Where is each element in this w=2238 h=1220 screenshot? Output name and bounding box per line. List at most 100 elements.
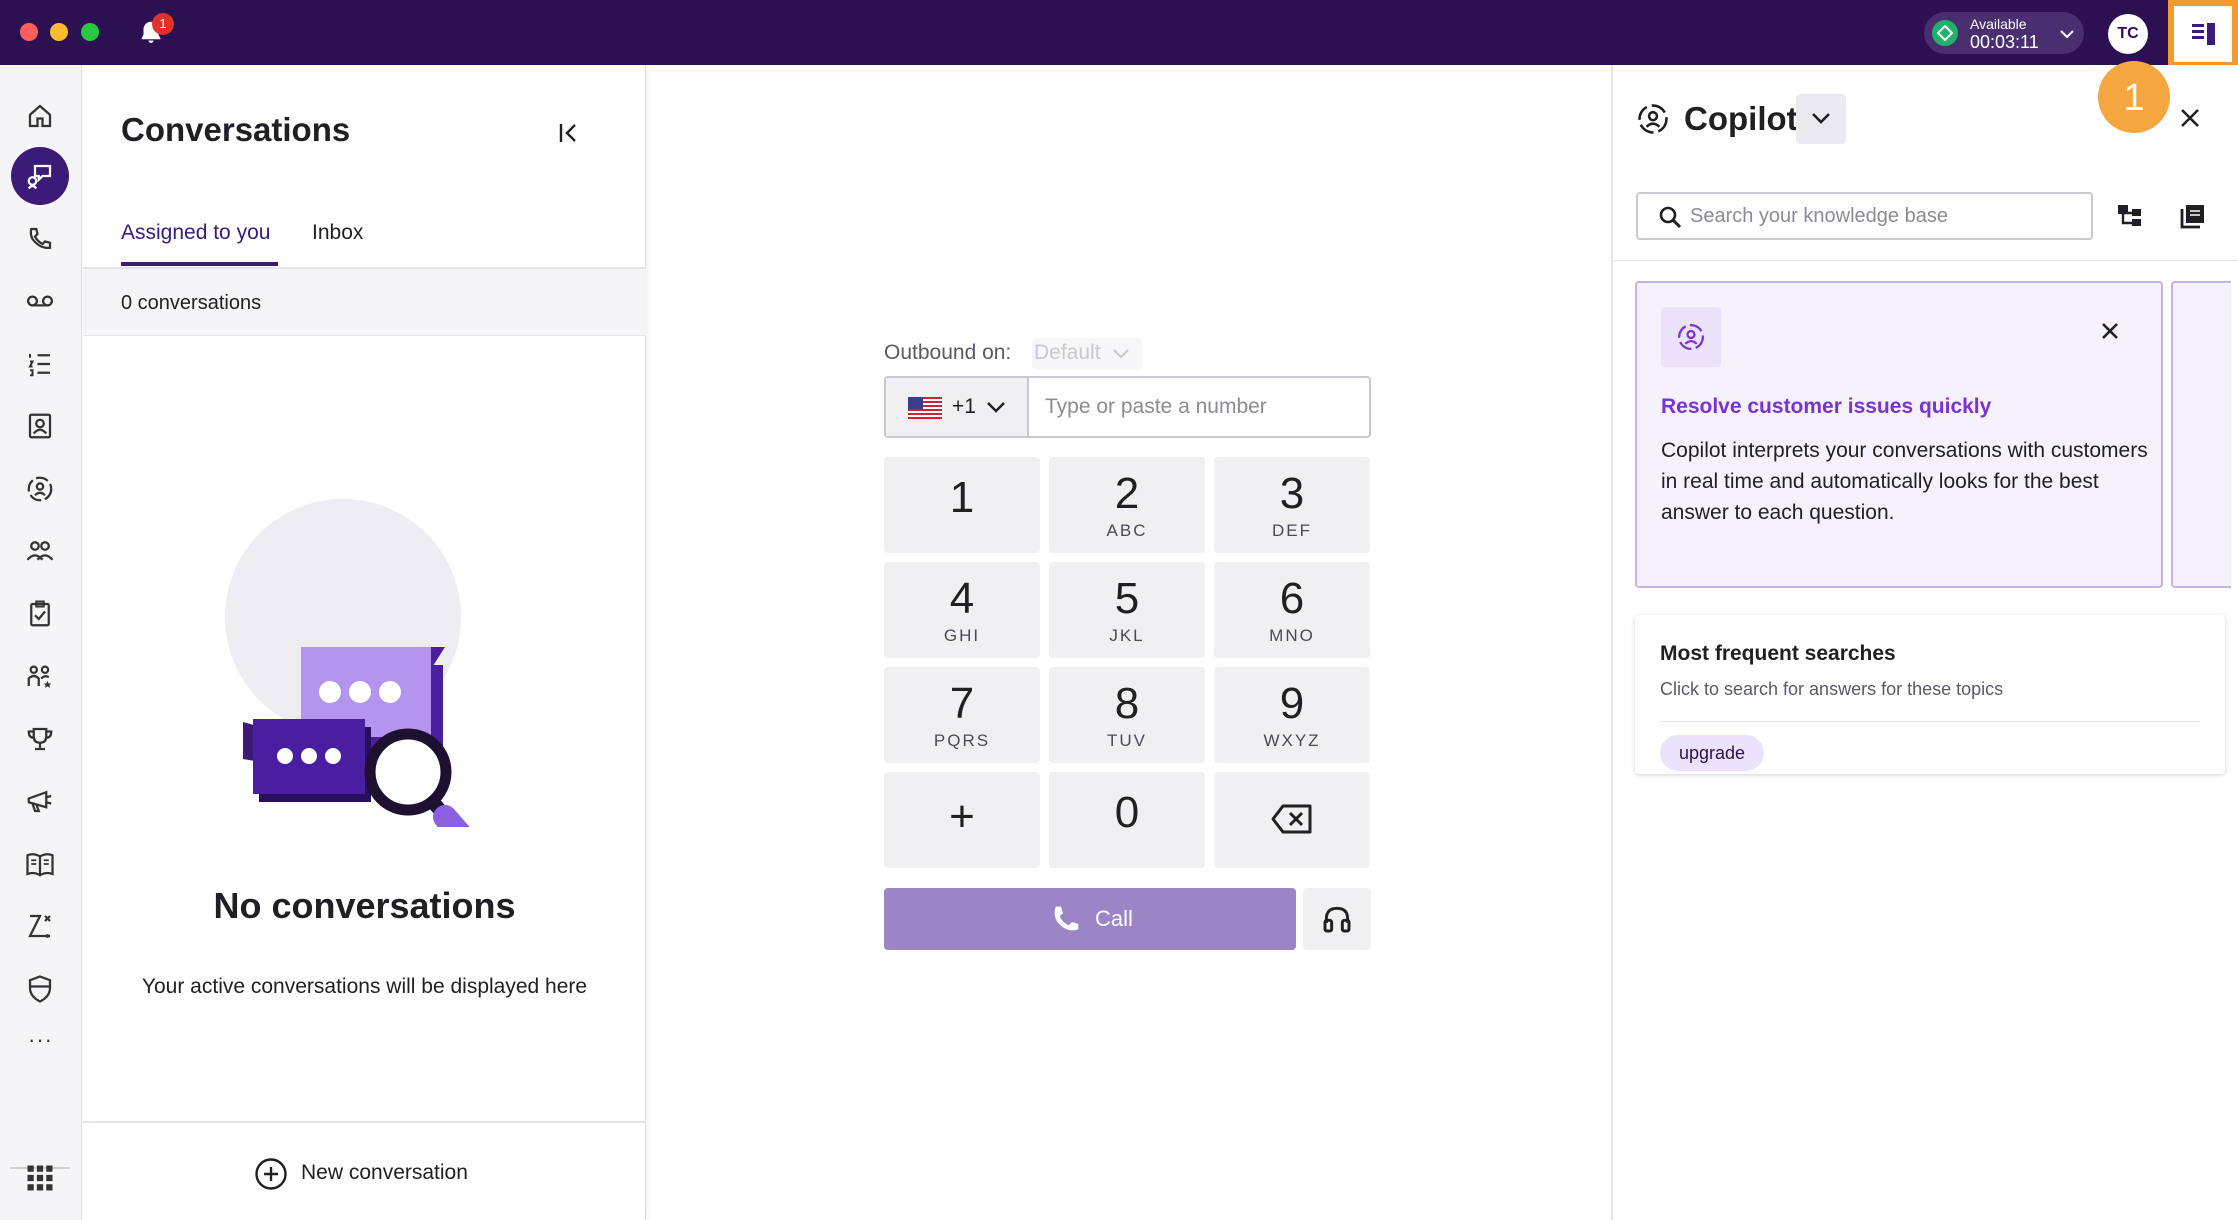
dialpad-key-1[interactable]: 1 (884, 457, 1040, 553)
dialpad-key-3[interactable]: 3 DEF (1214, 457, 1370, 553)
tab-assigned-to-you[interactable]: Assigned to you (121, 221, 270, 245)
nav-copilot[interactable] (11, 460, 69, 518)
key-digit: 6 (1279, 574, 1305, 623)
nav-knowledge-base[interactable] (11, 835, 69, 893)
nav-achievements[interactable] (11, 710, 69, 768)
copilot-icon (1638, 104, 1668, 134)
key-digit: 7 (949, 679, 975, 728)
window-close-button[interactable] (20, 23, 38, 41)
availability-status-dropdown[interactable]: Available 00:03:11 (1924, 12, 2084, 54)
country-dial-code: +1 (952, 395, 976, 418)
frequent-searches-divider (1660, 721, 2200, 722)
notification-count-badge: 1 (152, 13, 174, 35)
tab-inbox[interactable]: Inbox (312, 221, 363, 245)
copilot-icon (1678, 324, 1704, 350)
copilot-tip-card: Resolve customer issues quickly Copilot … (1635, 281, 2163, 588)
copilot-panel-toggle-button[interactable] (2168, 0, 2238, 68)
window-minimize-button[interactable] (50, 23, 68, 41)
empty-state-title: No conversations (213, 885, 516, 926)
nav-team[interactable] (11, 522, 69, 580)
plus-circle-icon (255, 1158, 287, 1190)
next-tip-card-peek[interactable] (2171, 281, 2231, 588)
conversation-count-row: 0 conversations (83, 269, 646, 336)
nav-contacts[interactable] (11, 397, 69, 455)
apps-grid-icon (27, 1165, 53, 1191)
trophy-icon (27, 727, 53, 751)
team-icon (26, 541, 54, 561)
tasks-icon (30, 600, 50, 627)
key-letters: ABC (1106, 521, 1148, 540)
dialpad-key-7[interactable]: 7 PQRS (884, 667, 1040, 763)
hierarchy-icon[interactable] (2116, 203, 2144, 229)
key-letters: GHI (943, 626, 981, 645)
key-digit: 9 (1279, 679, 1305, 728)
conversations-icon (27, 164, 52, 190)
nav-security[interactable] (11, 960, 69, 1018)
library-icon[interactable] (2178, 203, 2206, 231)
phone-number-input[interactable] (1031, 378, 1369, 436)
left-navigation-rail: ··· (0, 65, 82, 1220)
outbound-line-select[interactable]: Default (1032, 338, 1142, 370)
key-letters: WXYZ (1263, 731, 1321, 750)
step-number-badge: 1 (2098, 61, 2170, 133)
dialpad-key-plus[interactable]: + (884, 772, 1040, 868)
audio-device-button[interactable] (1303, 888, 1371, 950)
dialpad-key-5[interactable]: 5 JKL (1049, 562, 1205, 658)
dialpad-key-9[interactable]: 9 WXYZ (1214, 667, 1370, 763)
available-status-icon (1932, 20, 1958, 46)
key-digit: 3 (1279, 469, 1305, 518)
conversation-tabs: Assigned to you Inbox (83, 215, 646, 269)
status-timer: 00:03:11 (1970, 32, 2039, 52)
nav-queues[interactable] (11, 335, 69, 393)
user-avatar[interactable]: TC (2108, 14, 2148, 54)
side-panel-icon (2192, 23, 2215, 45)
key-digit: 5 (1114, 574, 1140, 623)
queue-list-icon (28, 354, 50, 377)
key-digit: + (949, 792, 975, 841)
key-digit: 2 (1114, 469, 1140, 518)
copilot-header-divider (1613, 260, 2238, 261)
us-flag-icon (908, 397, 942, 419)
nav-home[interactable] (11, 87, 69, 145)
new-conversation-button[interactable]: New conversation (83, 1121, 646, 1220)
copilot-panel: Copilot Resolve customer issues quickly … (1611, 65, 2238, 1220)
dialpad-key-8[interactable]: 8 TUV (1049, 667, 1205, 763)
close-copilot-icon[interactable] (2179, 107, 2201, 129)
nav-workflows[interactable] (11, 897, 69, 955)
headset-icon (1323, 906, 1351, 933)
security-shield-icon (28, 975, 52, 1003)
dialpad-key-4[interactable]: 4 GHI (884, 562, 1040, 658)
nav-campaigns[interactable] (11, 772, 69, 830)
dialpad-key-6[interactable]: 6 MNO (1214, 562, 1370, 658)
nav-tasks[interactable] (11, 585, 69, 643)
call-label: Call (1095, 906, 1133, 931)
dialpad-key-0[interactable]: 0 (1049, 772, 1205, 868)
nav-calls[interactable] (11, 210, 69, 268)
knowledge-book-icon (26, 853, 54, 877)
collapse-panel-icon[interactable] (558, 122, 580, 144)
nav-more-button[interactable]: ··· (28, 1027, 53, 1053)
country-code-select[interactable]: +1 (886, 378, 1029, 436)
knowledge-base-search-input[interactable] (1690, 194, 2090, 238)
window-zoom-button[interactable] (81, 23, 99, 41)
nav-voicemail[interactable] (11, 272, 69, 330)
phone-icon (1054, 906, 1079, 931)
dialpad-backspace-button[interactable] (1214, 772, 1370, 868)
top-bar: 1 Available 00:03:11 TC (0, 0, 2238, 68)
empty-state-subtitle: Your active conversations will be displa… (141, 975, 588, 998)
nav-apps[interactable] (11, 1149, 69, 1207)
copilot-menu-dropdown[interactable] (1796, 94, 1846, 144)
dialpad-key-2[interactable]: 2 ABC (1049, 457, 1205, 553)
status-label: Available (1970, 16, 2027, 32)
empty-conversations-illustration (225, 499, 470, 827)
search-topic-chip[interactable]: upgrade (1660, 735, 1765, 771)
close-tip-icon[interactable] (2100, 321, 2120, 341)
nav-agents[interactable] (11, 647, 69, 705)
key-letters: MNO (1269, 626, 1315, 645)
page-title: Conversations (121, 111, 351, 148)
call-button[interactable]: Call (884, 888, 1296, 950)
nav-conversations[interactable] (11, 147, 69, 205)
chevron-down-icon (2060, 30, 2074, 39)
key-letters: JKL (1109, 626, 1145, 645)
key-letters: PQRS (933, 731, 991, 750)
